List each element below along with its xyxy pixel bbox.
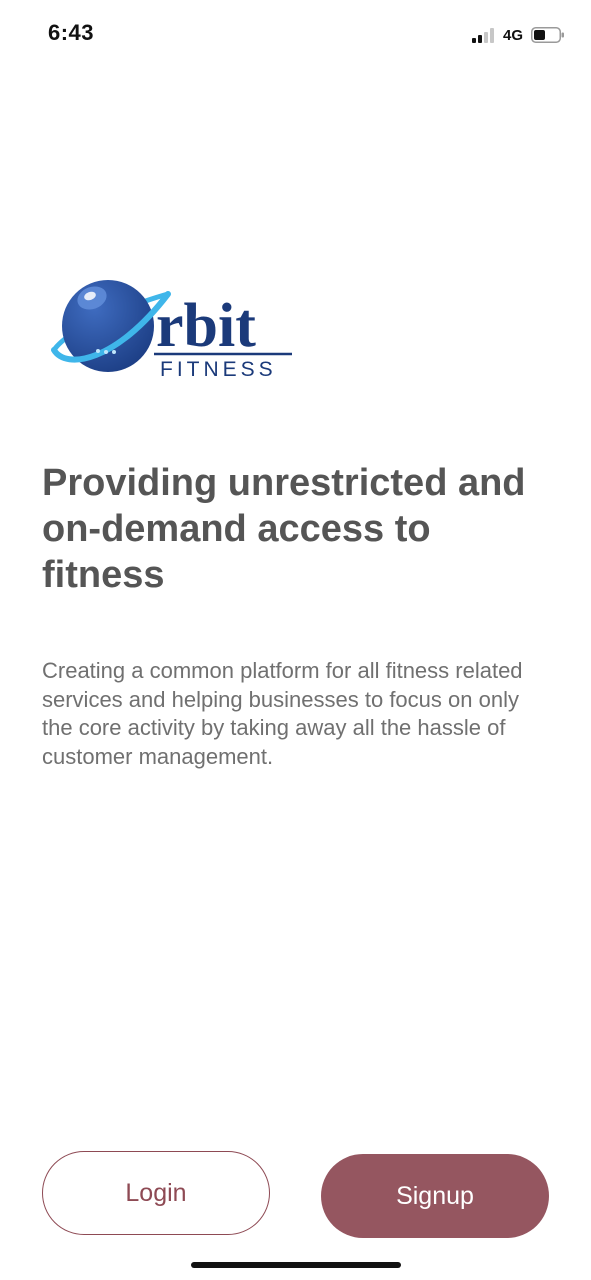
- orbit-fitness-logo: rbit FITNESS: [51, 280, 292, 381]
- login-button[interactable]: Login: [42, 1151, 270, 1235]
- home-indicator[interactable]: [191, 1262, 401, 1268]
- status-time: 6:43: [48, 20, 95, 45]
- cellular-signal-icon: [471, 27, 496, 43]
- description: Creating a common platform for all fitne…: [42, 658, 523, 769]
- logo-subtitle: FITNESS: [160, 358, 277, 381]
- status-bar: 6:43 4G: [0, 0, 591, 70]
- signup-button[interactable]: Signup: [321, 1154, 549, 1238]
- headline: Providing unrestricted and on-demand acc…: [42, 462, 526, 596]
- logo-wordmark: rbit: [156, 292, 256, 360]
- network-type: 4G: [502, 26, 523, 44]
- battery-icon: [531, 27, 564, 43]
- status-indicators: 4G: [471, 24, 565, 46]
